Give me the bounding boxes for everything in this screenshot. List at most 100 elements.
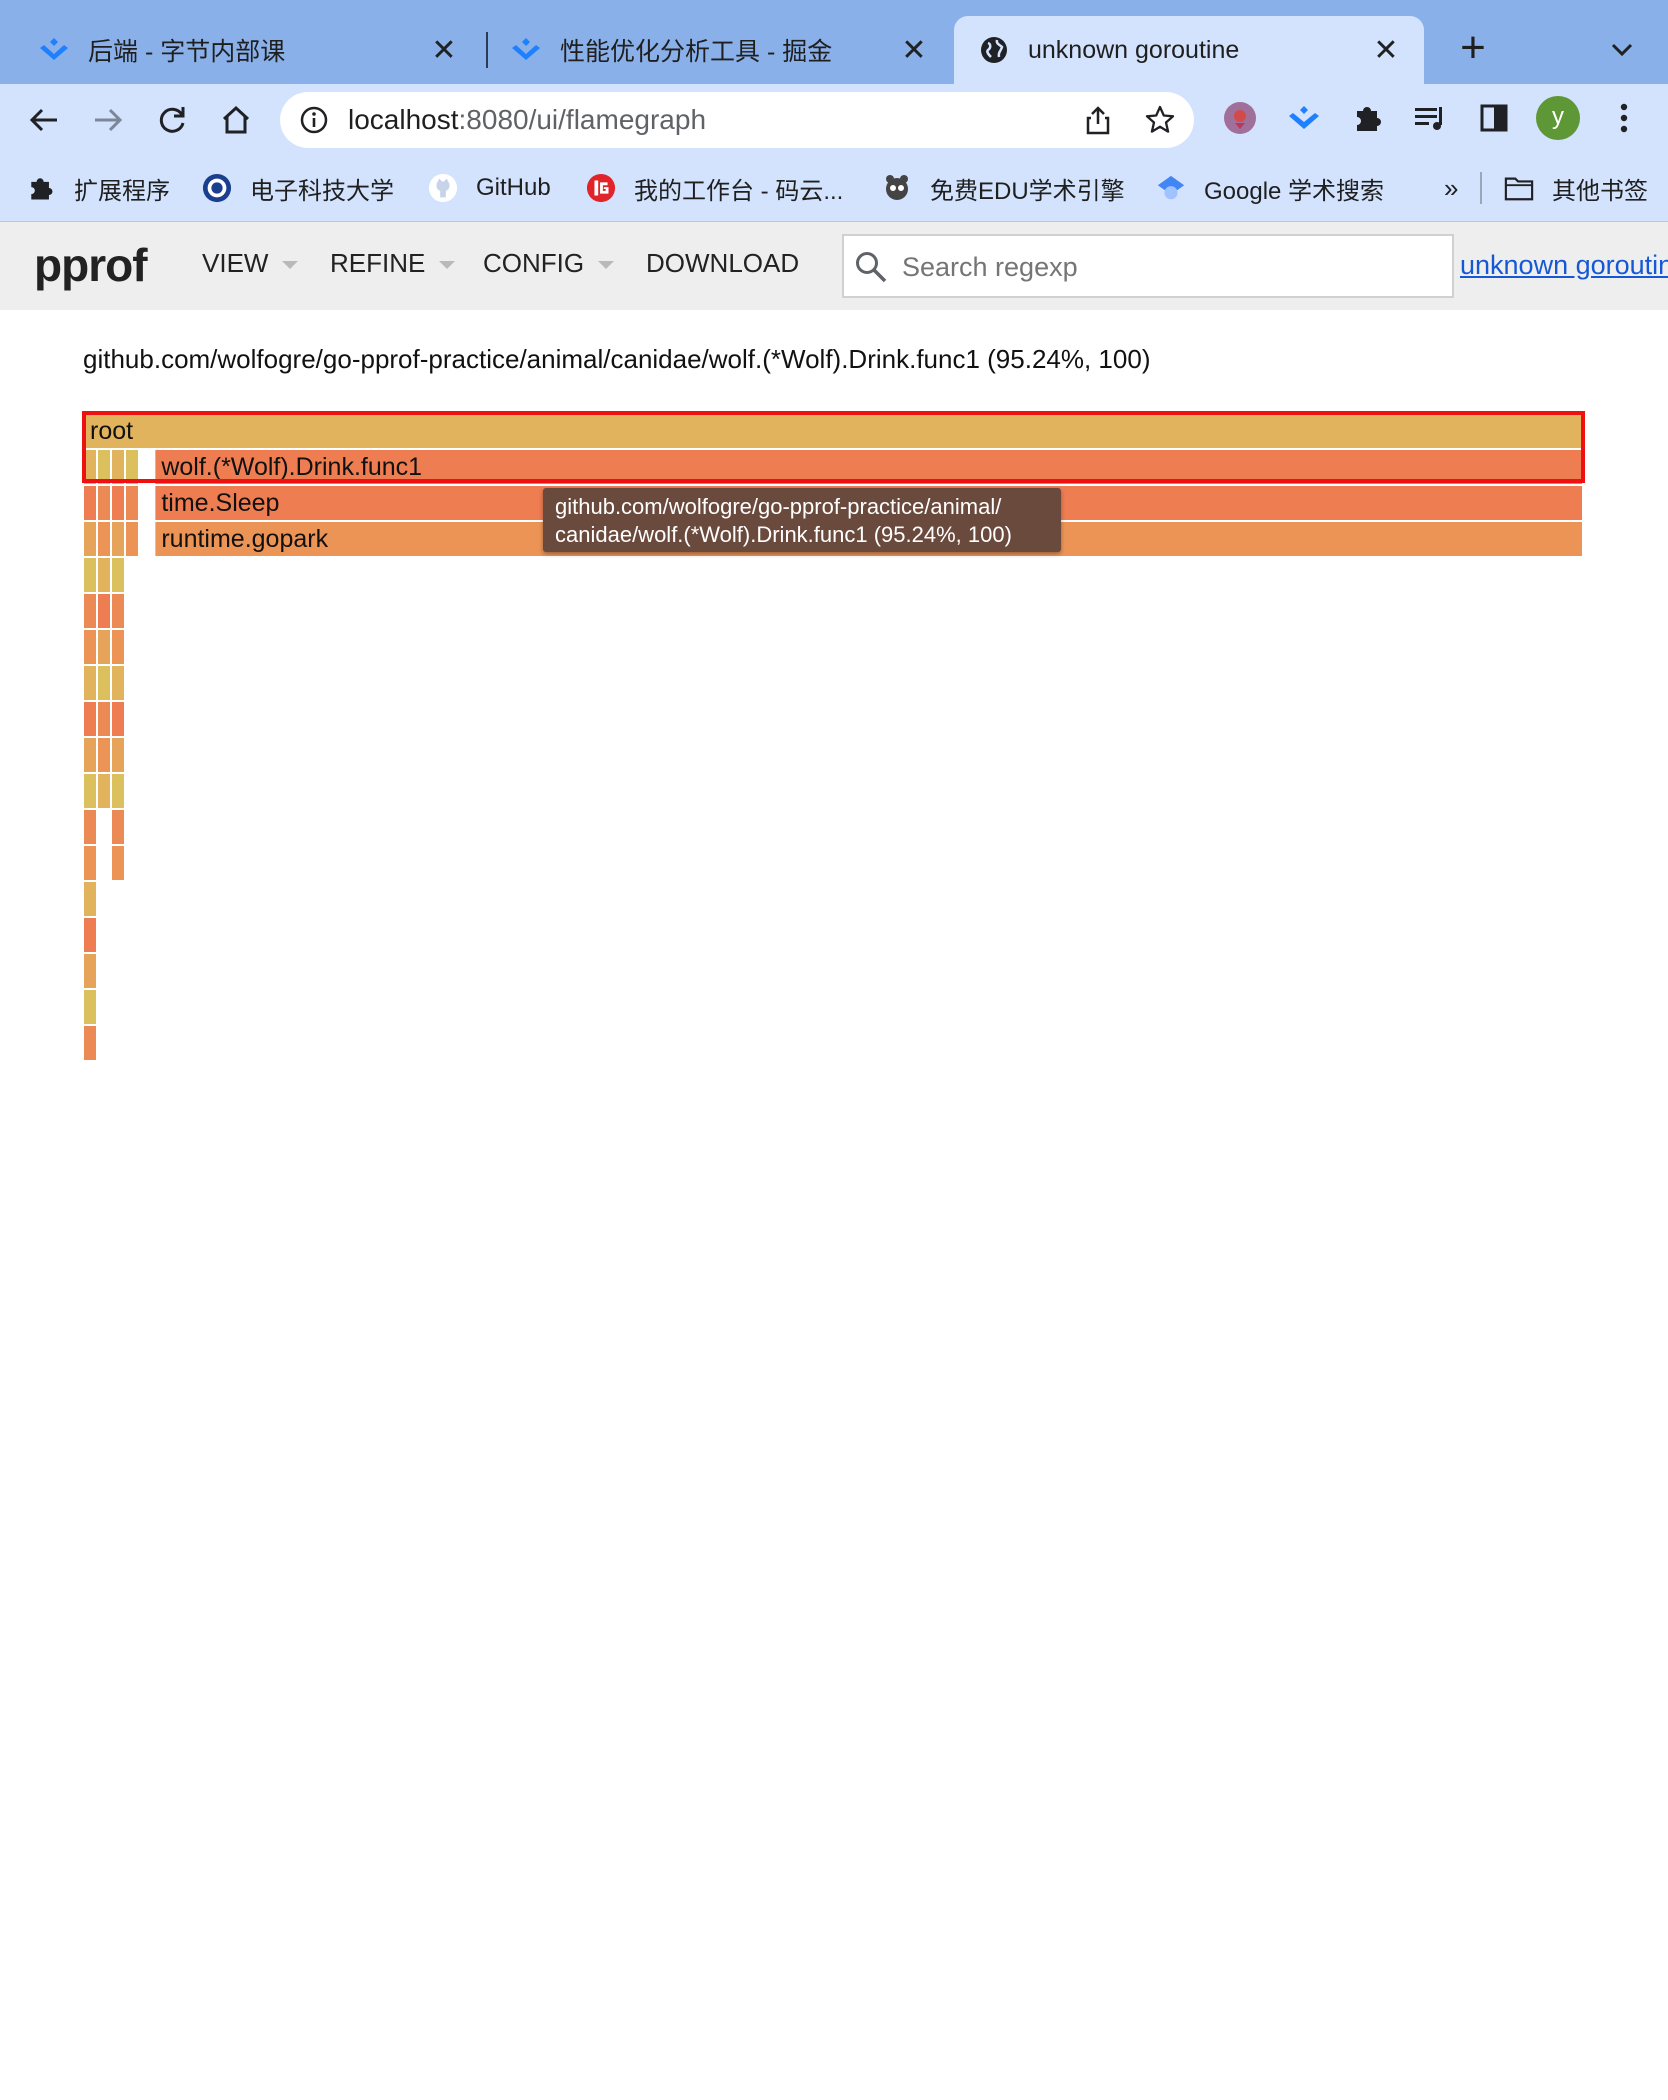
extension-avatar-icon[interactable] <box>1220 98 1260 138</box>
flame-frame-small[interactable] <box>112 594 124 628</box>
juejin-icon <box>38 34 70 66</box>
uestc-icon <box>202 173 232 203</box>
flame-frame-small[interactable] <box>126 522 138 556</box>
menu-config[interactable]: CONFIG <box>483 248 615 279</box>
url-path: :8080/ui/flamegraph <box>458 104 707 135</box>
flame-frame-small[interactable] <box>126 450 138 484</box>
star-icon[interactable] <box>1144 104 1176 136</box>
flame-frame-small[interactable] <box>112 738 124 772</box>
menu-label: REFINE <box>330 248 426 278</box>
bookmark-uestc[interactable]: 电子科技大学 <box>202 170 394 206</box>
media-queue-icon[interactable] <box>1410 98 1450 138</box>
menu-download[interactable]: DOWNLOAD <box>646 248 799 279</box>
tooltip-line-1: github.com/wolfogre/go-pprof-practice/an… <box>555 494 1002 519</box>
side-panel-icon[interactable] <box>1474 98 1514 138</box>
flame-frame-small[interactable] <box>98 486 110 520</box>
profile-name-link[interactable]: unknown goroutine <box>1460 250 1668 281</box>
bookmark-scholar[interactable]: Google 学术搜索 <box>1156 170 1384 206</box>
flame-frame-small[interactable] <box>98 450 110 484</box>
flame-frame-small[interactable] <box>84 666 96 700</box>
search-input[interactable] <box>900 244 1444 290</box>
other-bookmarks-folder[interactable]: 其他书签 <box>1504 170 1648 206</box>
share-icon[interactable] <box>1082 104 1114 136</box>
more-vert-icon[interactable] <box>1604 98 1644 138</box>
puzzle-icon[interactable] <box>1348 98 1388 138</box>
close-icon[interactable]: ✕ <box>898 34 930 67</box>
address-bar[interactable]: localhost:8080/ui/flamegraph <box>280 92 1194 148</box>
flame-frame-small[interactable] <box>84 774 96 808</box>
flame-frame-small[interactable] <box>112 702 124 736</box>
flame-frame-small[interactable] <box>112 630 124 664</box>
profile-avatar[interactable]: y <box>1536 96 1580 140</box>
home-button[interactable] <box>214 98 258 142</box>
juejin-extension-icon[interactable] <box>1284 98 1324 138</box>
close-icon[interactable]: ✕ <box>1370 34 1402 67</box>
flame-frame-small[interactable] <box>84 486 96 520</box>
flame-frame-small[interactable] <box>112 486 124 520</box>
caret-down-icon <box>598 260 615 269</box>
flame-frame-small[interactable] <box>84 918 96 952</box>
flame-graph[interactable]: rootwolf.(*Wolf).Drink.func1time.Sleepru… <box>0 0 1668 2100</box>
menu-label: VIEW <box>202 248 269 278</box>
tab-separator <box>486 32 488 68</box>
flame-frame-small[interactable] <box>84 558 96 592</box>
forward-button[interactable] <box>86 98 130 142</box>
close-icon[interactable]: ✕ <box>428 34 460 67</box>
tooltip-line-2: canidae/wolf.(*Wolf).Drink.func1 (95.24%… <box>555 522 1012 547</box>
flame-frame-small[interactable] <box>84 594 96 628</box>
bookmark-label: 我的工作台 - 码云... <box>634 177 844 205</box>
flame-frame-small[interactable] <box>112 810 124 844</box>
puzzle-icon <box>26 173 56 203</box>
new-tab-button[interactable]: + <box>1450 26 1496 72</box>
flame-frame-small[interactable] <box>112 450 124 484</box>
bookmark-label: 扩展程序 <box>74 177 170 205</box>
bookmarks-overflow-button[interactable]: » <box>1444 170 1458 206</box>
flame-frame-small[interactable] <box>84 702 96 736</box>
flame-frame-small[interactable] <box>84 954 96 988</box>
flame-frame-small[interactable] <box>112 522 124 556</box>
flame-frame-small[interactable] <box>98 522 110 556</box>
flame-frame-small[interactable] <box>84 990 96 1024</box>
flame-frame-small[interactable] <box>126 486 138 520</box>
flame-frame-small[interactable] <box>98 666 110 700</box>
bookmark-edu[interactable]: 免费EDU学术引擎 <box>882 170 1125 206</box>
tab-title: 后端 - 字节内部课 <box>88 38 286 66</box>
pprof-logo[interactable]: pprof <box>34 238 148 292</box>
flame-frame-small[interactable] <box>112 666 124 700</box>
flame-frame-root[interactable] <box>84 414 1582 448</box>
back-button[interactable] <box>22 98 66 142</box>
chevron-down-icon[interactable] <box>1604 32 1640 68</box>
edu-icon <box>882 173 912 203</box>
bookmark-extensions[interactable]: 扩展程序 <box>26 170 170 206</box>
juejin-icon <box>510 34 542 66</box>
tab-backend-course[interactable]: 后端 - 字节内部课 ✕ <box>0 16 482 84</box>
flame-frame-small[interactable] <box>98 774 110 808</box>
tab-unknown-goroutine[interactable]: unknown goroutine ✕ <box>954 16 1424 84</box>
flame-frame-small[interactable] <box>112 846 124 880</box>
flame-frame-small[interactable] <box>84 882 96 916</box>
flame-frame-small[interactable] <box>84 738 96 772</box>
info-icon[interactable] <box>298 104 330 136</box>
flame-frame-small[interactable] <box>98 558 110 592</box>
bookmark-gitee[interactable]: 我的工作台 - 码云... <box>586 170 843 206</box>
bookmark-github[interactable]: GitHub <box>428 170 551 206</box>
flame-frame-wolf-wolf-drink-func1[interactable] <box>155 450 1582 484</box>
menu-view[interactable]: VIEW <box>202 248 299 279</box>
flame-frame-small[interactable] <box>98 702 110 736</box>
tab-strip: 后端 - 字节内部课 ✕ 性能优化分析工具 - 掘金 ✕ unknown gor… <box>0 0 1668 84</box>
flame-frame-small[interactable] <box>84 810 96 844</box>
flame-frame-small[interactable] <box>84 630 96 664</box>
search-box[interactable] <box>842 234 1454 298</box>
flame-frame-small[interactable] <box>84 522 96 556</box>
url-text[interactable]: localhost:8080/ui/flamegraph <box>348 104 706 136</box>
flame-frame-small[interactable] <box>98 594 110 628</box>
flame-frame-small[interactable] <box>98 630 110 664</box>
tab-perf-tools[interactable]: 性能优化分析工具 - 掘金 ✕ <box>492 16 952 84</box>
flame-frame-small[interactable] <box>112 774 124 808</box>
reload-button[interactable] <box>150 98 194 142</box>
flame-frame-small[interactable] <box>98 738 110 772</box>
flame-frame-small[interactable] <box>84 846 96 880</box>
flame-frame-small[interactable] <box>112 558 124 592</box>
menu-refine[interactable]: REFINE <box>330 248 456 279</box>
flame-frame-small[interactable] <box>84 1026 96 1060</box>
